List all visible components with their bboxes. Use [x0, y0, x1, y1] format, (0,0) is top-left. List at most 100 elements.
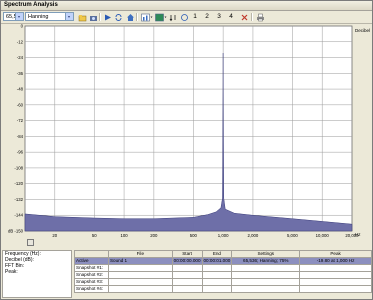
play-button[interactable] — [102, 12, 111, 21]
y-tick-label: -108 — [14, 165, 23, 170]
row-label: Snapshot #4: — [74, 285, 109, 293]
row-label: Snapshot #3: — [74, 278, 109, 286]
home-button[interactable] — [125, 12, 134, 21]
row-peak: -19.80 at 1,000 Hz — [299, 257, 372, 265]
chart-icon — [141, 13, 153, 22]
frequency-slider-thumb[interactable] — [27, 239, 34, 246]
x-tick-label: 500 — [190, 233, 198, 238]
table-row[interactable]: Active Sound 1 00:00:00.000 00:00:01.000… — [74, 257, 372, 265]
row-peak — [299, 285, 372, 293]
window-function-dropdown[interactable]: Hanning — [25, 12, 74, 21]
row-settings — [231, 264, 301, 272]
zoom-circle-icon — [181, 14, 188, 21]
toolbar-separator — [136, 13, 138, 21]
play-icon — [105, 14, 111, 21]
overlay-3-button[interactable]: 3 — [215, 12, 223, 21]
chevron-down-icon — [65, 13, 73, 20]
fft-size-dropdown[interactable]: 65,536 — [3, 12, 24, 21]
y-tick-label: dB -150 — [8, 229, 24, 234]
plot-frame — [24, 25, 353, 232]
open-file-button[interactable] — [77, 12, 87, 22]
row-label: Snapshot #1: — [74, 264, 109, 272]
y-tick-label: -132 — [14, 197, 23, 202]
table-row[interactable]: Snapshot #3: — [74, 278, 372, 286]
spectrum-plot-area: 0 -12 -24 -36 -48 -60 -72 -84 -96 -108 -120 -132 -14… — [1, 24, 372, 246]
loop-button[interactable] — [113, 12, 122, 21]
camera-icon — [90, 16, 97, 21]
overlay-1-button[interactable]: 1 — [191, 12, 199, 21]
row-settings — [231, 285, 301, 293]
overlay-2-button[interactable]: 2 — [203, 12, 211, 21]
row-peak — [299, 271, 372, 279]
row-settings — [231, 278, 301, 286]
header-end[interactable]: End — [201, 250, 233, 258]
print-button[interactable] — [255, 12, 264, 22]
row-end: 00:00:01.000 — [201, 257, 233, 265]
row-peak — [299, 278, 372, 286]
x-tick-label: 100 — [120, 233, 128, 238]
house-icon — [127, 14, 134, 21]
x-tick-label: 1,000 — [218, 233, 229, 238]
graph-type-button[interactable] — [140, 12, 153, 22]
header-start[interactable]: Start — [171, 250, 203, 258]
row-start — [171, 285, 203, 293]
row-start — [171, 264, 203, 272]
sort-button[interactable] — [168, 12, 177, 22]
y-tick-label: -144 — [14, 213, 23, 218]
spectrum-analysis-window: Spectrum Analysis 65,536 Hanning — [0, 0, 373, 300]
header-file[interactable]: File — [107, 250, 173, 258]
y-tick-label: -48 — [17, 87, 24, 92]
snapshot-button[interactable] — [88, 12, 97, 21]
row-start: 00:00:00.000 — [171, 257, 203, 265]
row-label: Snapshot #2: — [74, 271, 109, 279]
row-start — [171, 278, 203, 286]
row-file: Sound 1 — [107, 257, 173, 265]
table-row[interactable]: Snapshot #2: — [74, 271, 372, 279]
overlay-4-button[interactable]: 4 — [227, 12, 235, 21]
y-tick-label: -36 — [17, 71, 24, 76]
header-peak[interactable]: Peak — [299, 250, 372, 258]
row-end — [201, 271, 233, 279]
graph-color-icon — [155, 13, 167, 22]
row-label: Active — [74, 257, 109, 265]
y-tick-label: -96 — [17, 150, 24, 155]
row-start — [171, 271, 203, 279]
y-tick-label: -24 — [17, 55, 24, 60]
x-tick-label: 10,000 — [316, 233, 330, 238]
row-settings: 65,536; Hanning; 75% — [231, 257, 301, 265]
toolbar-separator — [251, 13, 253, 21]
table-row[interactable]: Snapshot #1: — [74, 264, 372, 272]
display-mode-button[interactable] — [154, 12, 167, 22]
chevron-down-icon — [15, 13, 23, 20]
y-axis-unit-label: Decibel — [355, 28, 370, 33]
window-title: Spectrum Analysis — [4, 2, 58, 8]
y-tick-label: -12 — [17, 39, 24, 44]
folder-icon — [78, 15, 87, 22]
y-tick-label: 0 — [21, 24, 24, 29]
y-tick-label: -120 — [14, 181, 23, 186]
x-tick-label: 2,000 — [248, 233, 259, 238]
row-settings — [231, 271, 301, 279]
header-settings[interactable]: Settings — [231, 250, 301, 258]
table-row[interactable]: Snapshot #4: — [74, 285, 372, 293]
zoom-button[interactable] — [179, 12, 188, 21]
y-tick-label: -60 — [17, 102, 24, 107]
row-file — [107, 278, 173, 286]
row-file — [107, 271, 173, 279]
snapshot-table-header: File Start End Settings Peak — [74, 250, 372, 258]
row-file — [107, 264, 173, 272]
x-axis-unit-label: Hz — [355, 232, 361, 237]
printer-icon — [257, 13, 264, 22]
x-tick-label: 5,000 — [287, 233, 298, 238]
toolbar-separator — [99, 13, 101, 21]
row-end — [201, 278, 233, 286]
row-end — [201, 264, 233, 272]
peak-readout-label: Peak: — [5, 269, 18, 275]
x-tick-label: 20 — [52, 233, 57, 238]
sort-icon — [169, 15, 176, 22]
spectrum-chart[interactable]: 0 -12 -24 -36 -48 -60 -72 -84 -96 -108 -120 -132 -14… — [1, 24, 372, 246]
title-bar: Spectrum Analysis — [1, 1, 372, 11]
cursor-info-panel: Frequency (Hz): Decibel (dB): FFT Bin: P… — [2, 250, 72, 298]
delete-button[interactable] — [239, 12, 248, 21]
x-tick-label: 50 — [92, 233, 97, 238]
